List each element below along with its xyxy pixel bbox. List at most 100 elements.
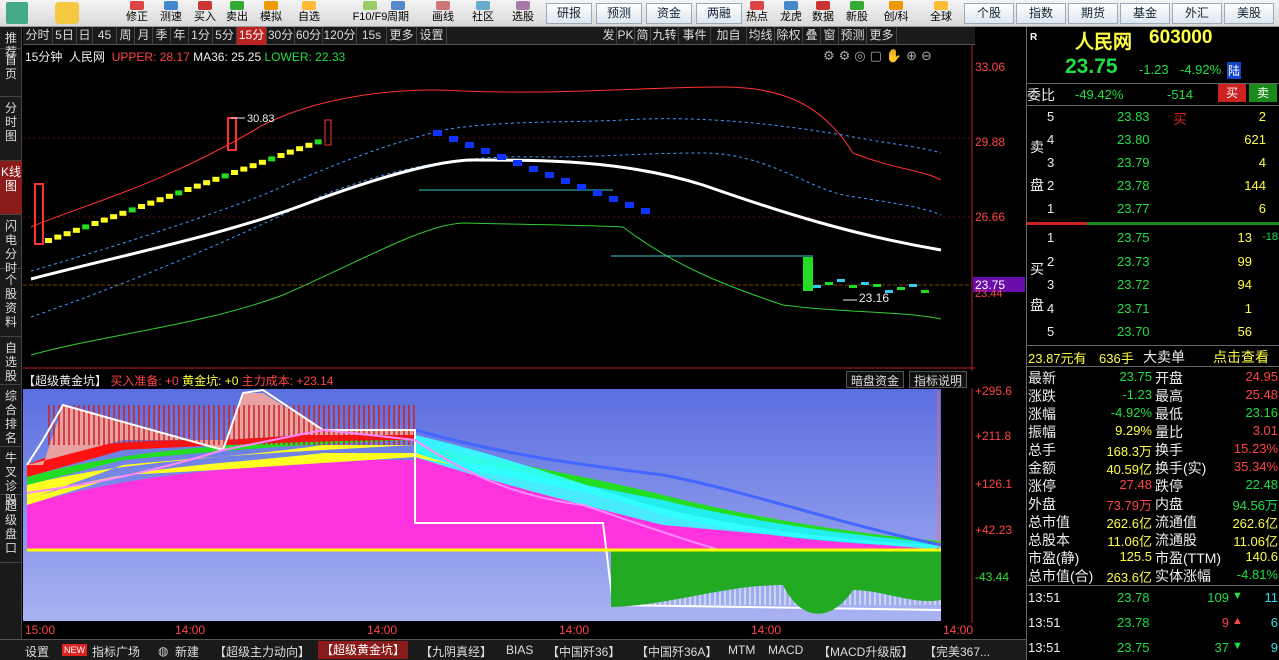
bid-price[interactable]: 23.71 (1117, 301, 1150, 316)
sidebar-item[interactable]: 自选股 (0, 337, 22, 385)
indicator-tab[interactable]: 【MACD升级版】 (818, 643, 913, 660)
indicator-tab[interactable]: 【中国歼36】 (547, 643, 620, 660)
period-tab[interactable]: 5分 (213, 27, 237, 45)
market-tab[interactable]: 基金 (1120, 3, 1170, 24)
chart-tool-icons[interactable]: ⚙⚙◎▢✋⊕⊖ (823, 48, 936, 64)
toolbar-button[interactable]: 模拟 (256, 0, 286, 27)
toolbar-button[interactable]: 选股 (508, 0, 538, 27)
bid-price[interactable]: 23.75 (1117, 230, 1150, 245)
toolbar-button[interactable]: 修正 (122, 0, 152, 27)
chart-option[interactable]: 窗 (821, 27, 839, 45)
chart-option[interactable]: 事件 (679, 27, 711, 45)
chart-option[interactable]: 发 (601, 27, 617, 45)
period-tab[interactable]: 季 (153, 27, 171, 45)
period-tab[interactable]: 15分 (237, 27, 267, 45)
ask-price[interactable]: 23.80 (1117, 132, 1150, 147)
period-tab[interactable]: 分时 (23, 27, 53, 45)
chart-option[interactable]: 加自选 (711, 27, 747, 59)
weibi-value: -49.42% (1075, 87, 1124, 102)
indicator-tab[interactable]: 设置 (25, 643, 49, 660)
toolbar-button[interactable]: 数据 (808, 0, 838, 27)
chart-option[interactable]: 九转 (651, 27, 679, 45)
chart-option[interactable]: PK (617, 27, 635, 45)
chart-option[interactable]: 均线 (747, 27, 775, 45)
period-tab[interactable]: 45日 (93, 27, 117, 59)
home-icon[interactable] (2, 0, 32, 27)
new-indicator-icon[interactable]: ◍ (158, 644, 168, 658)
period-tab[interactable]: 年 (171, 27, 189, 45)
market-tab[interactable]: 外汇 (1172, 3, 1222, 24)
dark-funds-button[interactable]: 暗盘资金 (846, 371, 905, 388)
market-tab[interactable]: 指数 (1016, 3, 1066, 24)
chart-option[interactable]: 预测 (839, 27, 867, 45)
sell-button[interactable]: 卖 (1249, 84, 1277, 102)
toolbar-button[interactable]: 画线 (428, 0, 458, 27)
sidebar-item[interactable]: 首页 (0, 49, 22, 97)
period-tab[interactable]: 更多 (387, 27, 417, 45)
sidebar-item[interactable]: 分时图 (0, 97, 22, 161)
sidebar-item[interactable]: K线图 (0, 161, 22, 215)
toolbar-button[interactable]: 测速 (156, 0, 186, 27)
sidebar-item[interactable]: 综合排名 (0, 385, 22, 447)
chart-option[interactable]: 简 (635, 27, 651, 45)
toolbar-button[interactable]: 龙虎 (776, 0, 806, 27)
toolbar-button[interactable]: 卖出 (222, 0, 252, 27)
period-tab[interactable]: 120分 (323, 27, 357, 45)
bid-price[interactable]: 23.70 (1117, 324, 1150, 339)
indicator-tab[interactable]: MTM (728, 643, 755, 657)
period-tab[interactable]: 设置 (417, 27, 447, 45)
sidebar-item[interactable]: 牛叉诊股 (0, 447, 22, 507)
market-tab[interactable]: 期货 (1068, 3, 1118, 24)
indicator-tab[interactable]: BIAS (506, 643, 533, 657)
indicator-help-button[interactable]: 指标说明 (909, 371, 968, 388)
indicator-tab[interactable]: 【完美367... (924, 643, 990, 660)
toolbar-tab[interactable]: 预测 (596, 3, 642, 24)
toolbar-tab[interactable]: 两融 (696, 3, 742, 24)
sidebar-item[interactable]: 个股资料 (0, 269, 22, 337)
toolbar-button[interactable]: 社区 (468, 0, 498, 27)
sidebar-item[interactable]: 闪电分时 (0, 215, 22, 275)
indicator-tab[interactable]: 【中国歼36A】 (636, 643, 717, 660)
toolbar-tab[interactable]: 资金 (646, 3, 692, 24)
market-tab[interactable]: 个股 (964, 3, 1014, 24)
back-icon[interactable] (52, 0, 82, 27)
indicator-tab[interactable]: 【九阴真经】 (420, 643, 492, 660)
indicator-tab[interactable]: 【超级主力动向】 (214, 643, 310, 660)
ask-price[interactable]: 23.78 (1117, 178, 1150, 193)
ask-price[interactable]: 23.83 (1117, 109, 1150, 124)
toolbar-button[interactable]: 新股 (842, 0, 872, 27)
indicator-tab[interactable]: 指标广场 (92, 643, 140, 660)
toolbar-button[interactable]: 热点 (742, 0, 772, 27)
buy-button[interactable]: 买 (1218, 84, 1246, 102)
period-tab[interactable]: 月 (135, 27, 153, 45)
toolbar-button[interactable]: 周期 (383, 0, 413, 27)
indicator-tab[interactable]: MACD (768, 643, 803, 657)
sidebar-item[interactable]: 超级盘口 (0, 495, 22, 563)
period-tab[interactable]: 日 (77, 27, 93, 45)
ask-price[interactable]: 23.79 (1117, 155, 1150, 170)
period-tab[interactable]: 周 (117, 27, 135, 45)
toolbar-button[interactable]: 自选 (294, 0, 324, 27)
period-tab[interactable]: 5日 (53, 27, 77, 45)
period-tab[interactable]: 30分 (267, 27, 295, 45)
toolbar-tab[interactable]: 研报 (546, 3, 592, 24)
chart-option[interactable]: 更多 (867, 27, 897, 45)
bid-price[interactable]: 23.73 (1117, 254, 1150, 269)
ask-price[interactable]: 23.77 (1117, 201, 1150, 216)
bid-price[interactable]: 23.72 (1117, 277, 1150, 292)
toolbar-button[interactable]: 全球 (926, 0, 956, 27)
chart-option[interactable]: 除权 (775, 27, 803, 45)
kline-chart[interactable]: 30.83 23.16 33.06 29.88 26.66 23.75 23.4… (23, 45, 1025, 623)
toolbar-button[interactable]: 创/科 (876, 0, 916, 27)
ind-title[interactable]: 【超级黄金坑】 (23, 374, 107, 388)
period-tab[interactable]: 1分 (189, 27, 213, 45)
sidebar-item[interactable]: 推荐 (0, 27, 22, 59)
indicator-tab[interactable]: 新建 (175, 643, 199, 660)
indicator-tab[interactable]: 【超级黄金坑】 (318, 641, 409, 659)
period-tab[interactable]: 60分 (295, 27, 323, 45)
market-tab[interactable]: 美股 (1224, 3, 1274, 24)
chart-option[interactable]: 叠 (803, 27, 821, 45)
bigorder-link[interactable]: 点击查看 (1213, 347, 1269, 367)
toolbar-button[interactable]: 买入 (190, 0, 220, 27)
period-tab[interactable]: 15s (357, 27, 387, 45)
